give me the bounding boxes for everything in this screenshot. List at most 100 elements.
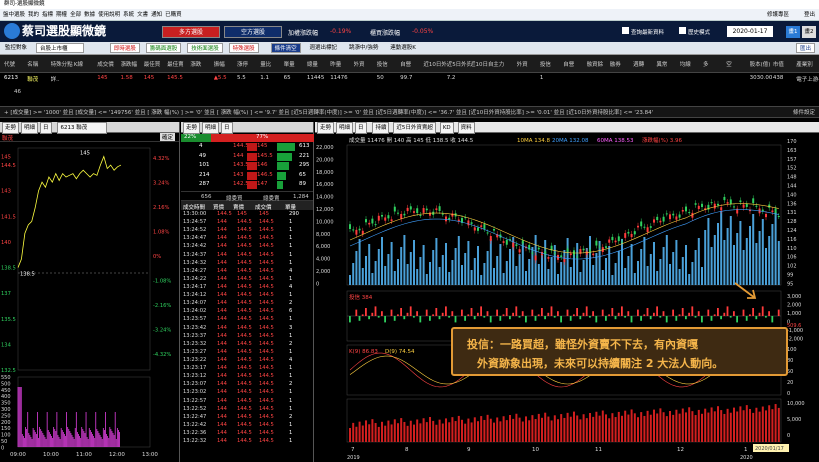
trade-row: 13:23:27 144 144.5 144.5 1 xyxy=(181,348,313,356)
svg-text:144: 144 xyxy=(787,184,797,190)
ask-price[interactable]: 147 xyxy=(257,181,268,187)
menu-item-7[interactable]: 系統 xyxy=(123,9,134,21)
trade-cell: 144 xyxy=(217,308,227,315)
menu-item-9[interactable]: 通知 xyxy=(151,9,162,21)
trade-row: 13:24:17 144 144.5 144.5 4 xyxy=(181,283,313,291)
cell: 1.58 xyxy=(120,75,133,81)
trade-row: 13:23:57 144 144.5 144.5 1 xyxy=(181,315,313,323)
export-button[interactable]: 匯出 xyxy=(795,43,815,53)
svg-text:550: 550 xyxy=(1,375,11,381)
ask-bar xyxy=(277,181,283,189)
option-c[interactable]: 連動選股K xyxy=(387,43,419,53)
col-header: 量比 xyxy=(260,62,272,68)
menu-item-4[interactable]: 全部 xyxy=(70,9,81,21)
ask-price[interactable]: 146.5 xyxy=(257,172,273,178)
menu-item-8[interactable]: 文書 xyxy=(137,9,148,21)
trade-row: 13:24:07 144 144.5 144.5 2 xyxy=(181,299,313,307)
bid-bar xyxy=(247,152,257,161)
svg-text:D(9) 74.54: D(9) 74.54 xyxy=(385,349,415,355)
trade-cell: 144.5 xyxy=(259,348,274,355)
quote-table-row[interactable]: 6213 聯茂 詳.. 145 1.58 145 145.5 ▲5.5 5.5 1.1 65 1144… xyxy=(0,73,819,83)
confirm-button[interactable]: 確定 xyxy=(159,133,175,141)
ask-bar xyxy=(277,152,292,161)
cell: ▲5.5 xyxy=(213,75,227,81)
view1-button[interactable]: 畫1 xyxy=(786,26,800,38)
menu-right-0[interactable]: 修護專區 xyxy=(767,9,789,21)
trade-cell: 144.5 xyxy=(259,365,274,372)
menu-item-10[interactable]: 已購買 xyxy=(165,9,182,21)
short-select-button[interactable]: 空方選股 xyxy=(224,26,282,38)
ask-price[interactable]: 145.5 xyxy=(257,153,273,159)
market-select[interactable]: 台股上市櫃 xyxy=(35,43,84,53)
svg-text:1.08%: 1.08% xyxy=(153,230,170,236)
menu-item-1[interactable]: 我的 xyxy=(28,9,39,21)
bid-price[interactable]: 143 xyxy=(233,172,244,178)
trade-cell: 144 xyxy=(217,373,227,380)
svg-text:200: 200 xyxy=(1,420,11,426)
trade-cell: 144.5 xyxy=(237,340,252,347)
chip-select-button[interactable]: 籌碼面選股 xyxy=(145,43,182,53)
taiex-value: -0.19% xyxy=(330,28,352,35)
trade-cell: 13:23:57 xyxy=(183,316,207,323)
menu-item-0[interactable]: 盤中選股 xyxy=(3,9,25,21)
svg-text:12:00: 12:00 xyxy=(109,452,125,458)
latest-checkbox[interactable] xyxy=(622,27,629,34)
svg-text:9: 9 xyxy=(467,447,471,453)
tech-select-button[interactable]: 技術面選股 xyxy=(187,43,223,53)
trade-cell: 144.5 xyxy=(259,429,274,436)
trade-cell: 2 xyxy=(289,413,293,420)
trade-cell: 4 xyxy=(289,356,293,363)
bid-bar xyxy=(247,171,257,180)
trade-row: 13:30:00 144.5 145 145 290 xyxy=(181,210,313,218)
svg-text:10,000: 10,000 xyxy=(316,219,334,225)
menu-item-3[interactable]: 期權 xyxy=(56,9,67,21)
menu-item-6[interactable]: 使用說明 xyxy=(98,9,120,21)
realtime-select-button[interactable]: 即時選股 xyxy=(109,43,140,53)
svg-text:2020/01/17: 2020/01/17 xyxy=(755,446,784,452)
trade-cell: 144 xyxy=(217,316,227,323)
date-input[interactable]: 2020-01-17 xyxy=(727,26,773,37)
col-header: 市值 xyxy=(772,62,784,68)
trade-cell: 13:22:32 xyxy=(183,438,207,445)
option-a[interactable]: 週選出標記 xyxy=(307,43,341,53)
ask-price[interactable]: 145 xyxy=(257,143,268,149)
menu-right-1[interactable]: 登出 xyxy=(804,9,815,21)
ask-price[interactable]: 146 xyxy=(257,162,268,168)
history-checkbox[interactable] xyxy=(679,27,686,34)
stock-name: 聯茂 xyxy=(2,136,14,142)
long-select-button[interactable]: 多方選股 xyxy=(162,26,220,38)
trade-cell: 4 xyxy=(289,267,293,274)
trade-cell: 1 xyxy=(289,235,293,242)
option-b[interactable]: 跳漲中/強勢 xyxy=(346,43,381,53)
trade-row: 13:24:02 144 144.5 144.5 6 xyxy=(181,307,313,315)
cell: 聯茂 xyxy=(27,77,39,83)
svg-text:22,000: 22,000 xyxy=(316,145,334,151)
bid-price[interactable]: 144 xyxy=(233,153,244,159)
trade-cell: 144 xyxy=(217,235,227,242)
filter-settings-link[interactable]: 條件設定 xyxy=(793,107,815,119)
col-header: 總量 xyxy=(306,62,318,68)
trade-cell: 144.5 xyxy=(237,421,252,428)
special-select-button[interactable]: 特殊選股 xyxy=(228,43,259,53)
col-header: 昨量 xyxy=(330,62,342,68)
trade-cell: 13:23:12 xyxy=(183,373,207,380)
menu-item-2[interactable]: 指標 xyxy=(42,9,53,21)
trade-cell: 13:22:42 xyxy=(183,421,207,428)
svg-text:4,000: 4,000 xyxy=(316,257,330,263)
trade-header: 成交時間 買價 賣價 成交價 單量 xyxy=(181,201,313,211)
view2-button[interactable]: 畫2 xyxy=(802,26,816,38)
intraday-chart: 145 144.5 143 141.5 140 138.5 137 135.5 134 132.5… xyxy=(1,147,171,458)
otc-label: 櫃買漲跌幅 xyxy=(370,30,401,37)
trade-row: 13:24:47 144 144.5 144.5 1 xyxy=(181,234,313,242)
svg-text:8: 8 xyxy=(405,447,409,453)
intraday-panel: 走勢 明細日 6213 聯茂 聯茂 確定 145 144.5 143 141.5 140 1… xyxy=(0,122,180,462)
trade-cell: 2 xyxy=(289,300,293,307)
trade-cell: 144 xyxy=(217,259,227,266)
bid-bar xyxy=(247,162,257,170)
svg-text:2020: 2020 xyxy=(740,455,753,461)
cell: 7.2 xyxy=(446,75,456,81)
trade-cell: 145 xyxy=(237,211,247,217)
clear-button[interactable]: 條件清空 xyxy=(270,43,301,53)
svg-text:148: 148 xyxy=(787,175,797,181)
menu-item-5[interactable]: 數據 xyxy=(84,9,95,21)
